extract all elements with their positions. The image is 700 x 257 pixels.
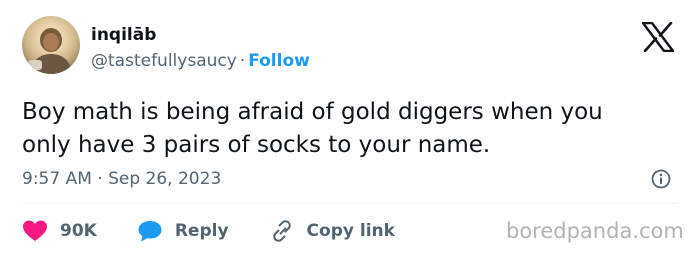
meta-separator: ·	[239, 51, 246, 71]
reply-label: Reply	[174, 221, 229, 241]
tweet-text-line: Boy math is being afraid of gold diggers…	[22, 99, 603, 125]
tweet-timestamp[interactable]: 9:57 AM · Sep 26, 2023	[22, 168, 221, 190]
speech-bubble-icon	[138, 221, 162, 242]
author-display-name[interactable]: inqilāb	[91, 25, 156, 45]
like-count: 90K	[60, 221, 97, 241]
avatar[interactable]	[22, 16, 80, 74]
x-logo-icon[interactable]	[641, 22, 675, 52]
author-meta: @tastefullysaucy · Follow	[91, 50, 310, 72]
copy-link-label: Copy link	[306, 221, 395, 241]
info-icon[interactable]	[651, 169, 671, 189]
divider	[22, 203, 678, 204]
watermark: boredpanda.com	[506, 219, 684, 243]
follow-button[interactable]: Follow	[248, 51, 310, 71]
tweet-actions: 90K Reply Copy link	[22, 217, 435, 245]
copy-link-button[interactable]: Copy link	[269, 219, 395, 243]
tweet-date: Sep 26, 2023	[108, 169, 222, 189]
link-icon	[272, 220, 291, 242]
tweet-time: 9:57 AM	[22, 169, 92, 189]
heart-icon	[23, 220, 47, 241]
author-handle[interactable]: @tastefullysaucy	[91, 51, 237, 71]
tweet-text: Boy math is being afraid of gold diggers…	[22, 96, 682, 162]
avatar-photo	[28, 28, 72, 74]
tweet-text-line: only have 3 pairs of socks to your name.	[22, 132, 491, 158]
like-button[interactable]: 90K	[22, 219, 97, 243]
timestamp-separator: ·	[97, 169, 103, 189]
reply-button[interactable]: Reply	[137, 219, 229, 243]
